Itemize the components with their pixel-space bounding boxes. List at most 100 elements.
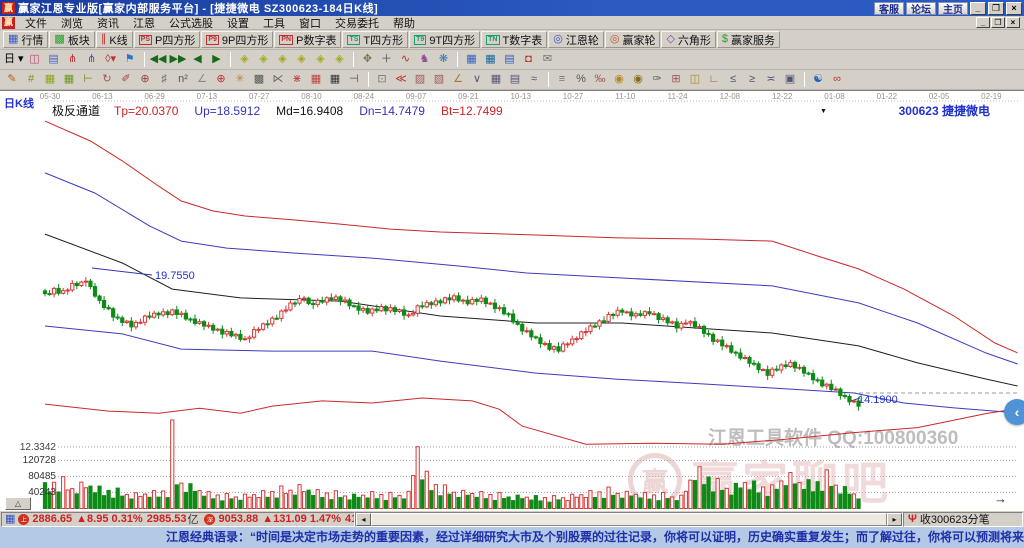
f-upper-icon[interactable]: ≥ [743,71,761,88]
zoom-v-icon[interactable]: ◈ [292,51,310,68]
scrollbar-left-button[interactable]: ◂ [356,512,371,526]
scroll-right-icon[interactable]: → [994,491,1007,506]
pen2-tool-icon[interactable]: ✐ [117,71,135,88]
support-link[interactable]: 客服 [874,1,904,16]
n2-icon[interactable]: n² [174,71,192,88]
menu-item-trade[interactable]: 交易委托 [328,15,386,31]
memo-icon[interactable]: ▤ [500,51,518,68]
gann-box-icon[interactable]: ▦ [41,71,59,88]
box-fill-icon[interactable]: ▨ [411,71,429,88]
taiji-icon[interactable]: ☯ [809,71,827,88]
horizontal-scrollbar[interactable]: ◂ ▸ [355,511,903,527]
gann-robot-icon[interactable]: ♞ [415,51,433,68]
p-square-button[interactable]: PS P四方形 [133,31,201,48]
ruler-icon[interactable]: ⊢ [79,71,97,88]
save-icon[interactable]: ◘ [519,51,537,68]
chart-box-icon[interactable]: ▣ [781,71,799,88]
menu-item-window[interactable]: 窗口 [292,15,328,31]
minimize-button[interactable]: _ [970,1,986,15]
menu-item-tools[interactable]: 工具 [256,15,292,31]
pen-tool-icon[interactable]: ✎ [3,71,21,88]
first-bar-icon[interactable]: ◀◀ [149,51,168,68]
kline-chart[interactable] [0,91,1024,511]
smart-analysis-icon[interactable]: ❋ [434,51,452,68]
restore-button[interactable]: ❐ [988,1,1004,15]
sidebar-collapse-button[interactable]: ‹ [1004,399,1024,425]
menu-item-info[interactable]: 资讯 [90,15,126,31]
fan-red-icon[interactable]: ⋇ [288,71,306,88]
winner-service-button[interactable]: $ 赢家服务 [716,31,781,48]
measure-icon[interactable]: ⊣ [345,71,363,88]
p9-square-button[interactable]: P9 9P四方形 [201,31,274,48]
zoom-out-icon[interactable]: ◈ [330,51,348,68]
grid-black-icon[interactable]: ▦ [326,71,344,88]
homepage-link[interactable]: 主页 [938,1,968,16]
gold-box-icon[interactable]: ◫ [686,71,704,88]
menu-item-browse[interactable]: 浏览 [54,15,90,31]
forum-link[interactable]: 论坛 [906,1,936,16]
permille-icon[interactable]: ‰ [591,71,609,88]
close-button[interactable]: × [1006,1,1022,15]
f-lower-icon[interactable]: ≤ [724,71,742,88]
period-dropdown[interactable]: 日 ▾ [3,51,25,68]
sectors-button[interactable]: ▩ 板块 [49,31,95,48]
box-fill2-icon[interactable]: ▧ [430,71,448,88]
kline-style-icon[interactable]: ⋔ [64,51,82,68]
menu-item-formula-picker[interactable]: 公式选股 [162,15,220,31]
infinity-icon[interactable]: ∞ [828,71,846,88]
t-square-button[interactable]: TS T四方形 [342,31,409,48]
zoom-right-icon[interactable]: ◈ [254,51,272,68]
gold-ratio2-icon[interactable]: ◉ [629,71,647,88]
pane-toggle-button[interactable]: △ [5,497,31,510]
gann-box2-icon[interactable]: ▦ [60,71,78,88]
t9-square-button[interactable]: T9 9T四方形 [409,31,481,48]
flag-icon[interactable]: ⚑ [121,51,139,68]
check-line-icon[interactable]: ∨ [468,71,486,88]
prev-bar-icon[interactable]: ◀ [188,51,206,68]
candle-type-icon[interactable]: ◊▾ [102,51,120,68]
gold-ratio-icon[interactable]: ◉ [610,71,628,88]
quotes-button[interactable]: ▦ 行情 [3,31,49,48]
percent-icon[interactable]: % [572,71,590,88]
hand-tool-icon[interactable]: ✥ [358,51,376,68]
window-tool-icon[interactable]: ⊡ [373,71,391,88]
winner-wheel-button[interactable]: ◎ 赢家轮 [604,31,661,48]
gann-wheel-button[interactable]: ◎ 江恩轮 [548,31,604,48]
quote-sheet-icon[interactable]: ▤ [45,51,63,68]
target-icon[interactable]: ⊕ [212,71,230,88]
grid4-icon[interactable]: ▤ [506,71,524,88]
brush-icon[interactable]: ✑ [648,71,666,88]
menu-item-settings[interactable]: 设置 [220,15,256,31]
p-table-button[interactable]: PN P数字表 [274,31,342,48]
scrollbar-right-button[interactable]: ▸ [887,512,902,526]
mdi-restore-button[interactable]: ❐ [991,17,1005,28]
calendar-icon[interactable]: ▦ [462,51,480,68]
angle-icon[interactable]: ∠ [193,71,211,88]
arc-tool-icon[interactable]: ↻ [98,71,116,88]
grid3-icon[interactable]: ▦ [487,71,505,88]
intraday-chart-icon[interactable]: ◫ [26,51,44,68]
shade-box-icon[interactable]: ▩ [250,71,268,88]
zoom-h-icon[interactable]: ◈ [273,51,291,68]
rays-icon[interactable]: ≪ [392,71,410,88]
zoom-in-icon[interactable]: ◈ [311,51,329,68]
scrollbar-thumb[interactable] [371,512,887,526]
zoom-left-icon[interactable]: ◈ [235,51,253,68]
angle2-icon[interactable]: ∠ [449,71,467,88]
trend-tool-icon[interactable]: ∿ [396,51,414,68]
waves-icon[interactable]: ≈ [525,71,543,88]
fan-grid-icon[interactable]: ▦ [307,71,325,88]
k-mark-icon[interactable]: ⋉ [269,71,287,88]
last-bar-icon[interactable]: ▶▶ [169,51,188,68]
kline-button[interactable]: ∥ K线 [95,31,133,48]
table-tool-icon[interactable]: ⊞ [667,71,685,88]
circle-cross-icon[interactable]: ⊕ [136,71,154,88]
menu-item-file[interactable]: 文件 [18,15,54,31]
calculator-icon[interactable]: ▦ [481,51,499,68]
mdi-close-button[interactable]: × [1006,17,1020,28]
t-table-button[interactable]: TN T数字表 [481,31,548,48]
next-bar-icon[interactable]: ▶ [207,51,225,68]
seq-icon[interactable]: ≡ [553,71,571,88]
menu-item-help[interactable]: 帮助 [386,15,422,31]
menu-item-gann[interactable]: 江恩 [126,15,162,31]
